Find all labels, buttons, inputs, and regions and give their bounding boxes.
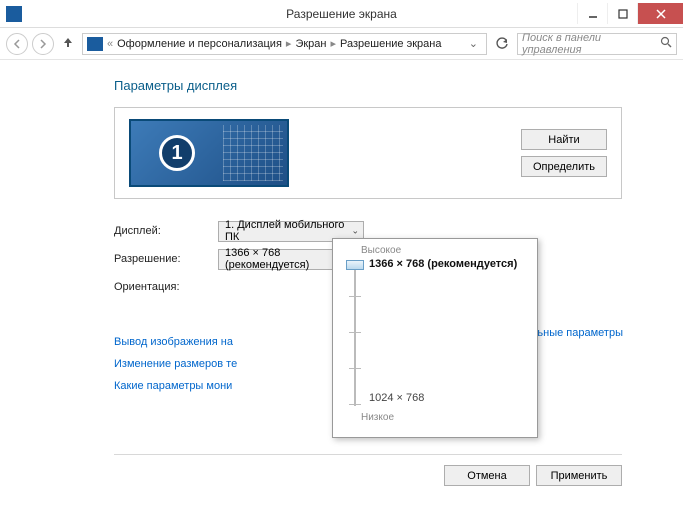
monitor-button-column: Найти Определить [521,129,607,177]
breadcrumb-item[interactable]: Оформление и персонализация [117,38,282,50]
minimize-button[interactable] [577,3,607,24]
monitor-number-badge: 1 [159,135,195,171]
chevron-down-icon: ⌄ [351,226,359,237]
search-placeholder: Поиск в панели управления [522,32,660,56]
slider-thumb[interactable] [346,260,364,270]
apply-button[interactable]: Применить [536,465,622,486]
breadcrumb-dropdown[interactable]: ⌄ [465,37,482,50]
display-value: 1. Дисплей мобильного ПК [225,219,345,243]
projector-link[interactable]: Вывод изображения на [114,336,233,348]
identify-button[interactable]: Определить [521,156,607,177]
slider-tick [349,296,361,297]
resolution-slider[interactable] [349,260,361,406]
window-controls [577,3,683,24]
cancel-button[interactable]: Отмена [444,465,530,486]
breadcrumb[interactable]: « Оформление и персонализация ▸ Экран ▸ … [82,33,487,55]
monitor-grid-icon [223,125,283,181]
dialog-button-bar: OK Отмена Применить [114,454,622,486]
refresh-button[interactable] [491,33,513,55]
resolution-option-labels: 1366 × 768 (рекомендуется) 1024 × 768 [369,260,517,406]
maximize-button[interactable] [607,3,637,24]
slider-low-label: Низкое [361,412,527,423]
breadcrumb-item[interactable]: Разрешение экрана [340,38,441,50]
titlebar: Разрешение экрана [0,0,683,28]
up-button[interactable] [58,36,78,51]
resolution-label: Разрешение: [114,253,218,265]
slider-tick [349,332,361,333]
display-label: Дисплей: [114,225,218,237]
orientation-label: Ориентация: [114,281,218,293]
resolution-dropdown-popup[interactable]: Высокое 1366 × 768 (рекомендуется) 1024 … [332,238,538,438]
chevron-right-icon: ▸ [284,37,294,50]
monitor-preview-box: 1 Найти Определить [114,107,622,199]
resolution-option-recommended[interactable]: 1366 × 768 (рекомендуется) [369,258,517,270]
slider-rail [354,260,356,406]
resolution-value: 1366 × 768 (рекомендуется) [225,247,345,271]
resolution-slider-wrap: 1366 × 768 (рекомендуется) 1024 × 768 [343,260,527,410]
navbar: « Оформление и персонализация ▸ Экран ▸ … [0,28,683,60]
breadcrumb-chevron: « [105,38,115,50]
page-title: Параметры дисплея [114,78,683,93]
window-title: Разрешение экрана [286,7,397,21]
search-icon [660,36,672,51]
app-icon [6,6,22,22]
monitor-preview[interactable]: 1 [129,119,289,187]
search-input[interactable]: Поиск в панели управления [517,33,677,55]
chevron-right-icon: ▸ [328,37,338,50]
breadcrumb-item[interactable]: Экран [295,38,326,50]
resolution-option-low[interactable]: 1024 × 768 [369,392,517,404]
slider-tick [349,404,361,405]
back-button[interactable] [6,33,28,55]
slider-tick [349,368,361,369]
control-panel-icon [87,37,103,51]
slider-high-label: Высокое [361,245,527,256]
forward-button[interactable] [32,33,54,55]
close-button[interactable] [637,3,683,24]
find-button[interactable]: Найти [521,129,607,150]
